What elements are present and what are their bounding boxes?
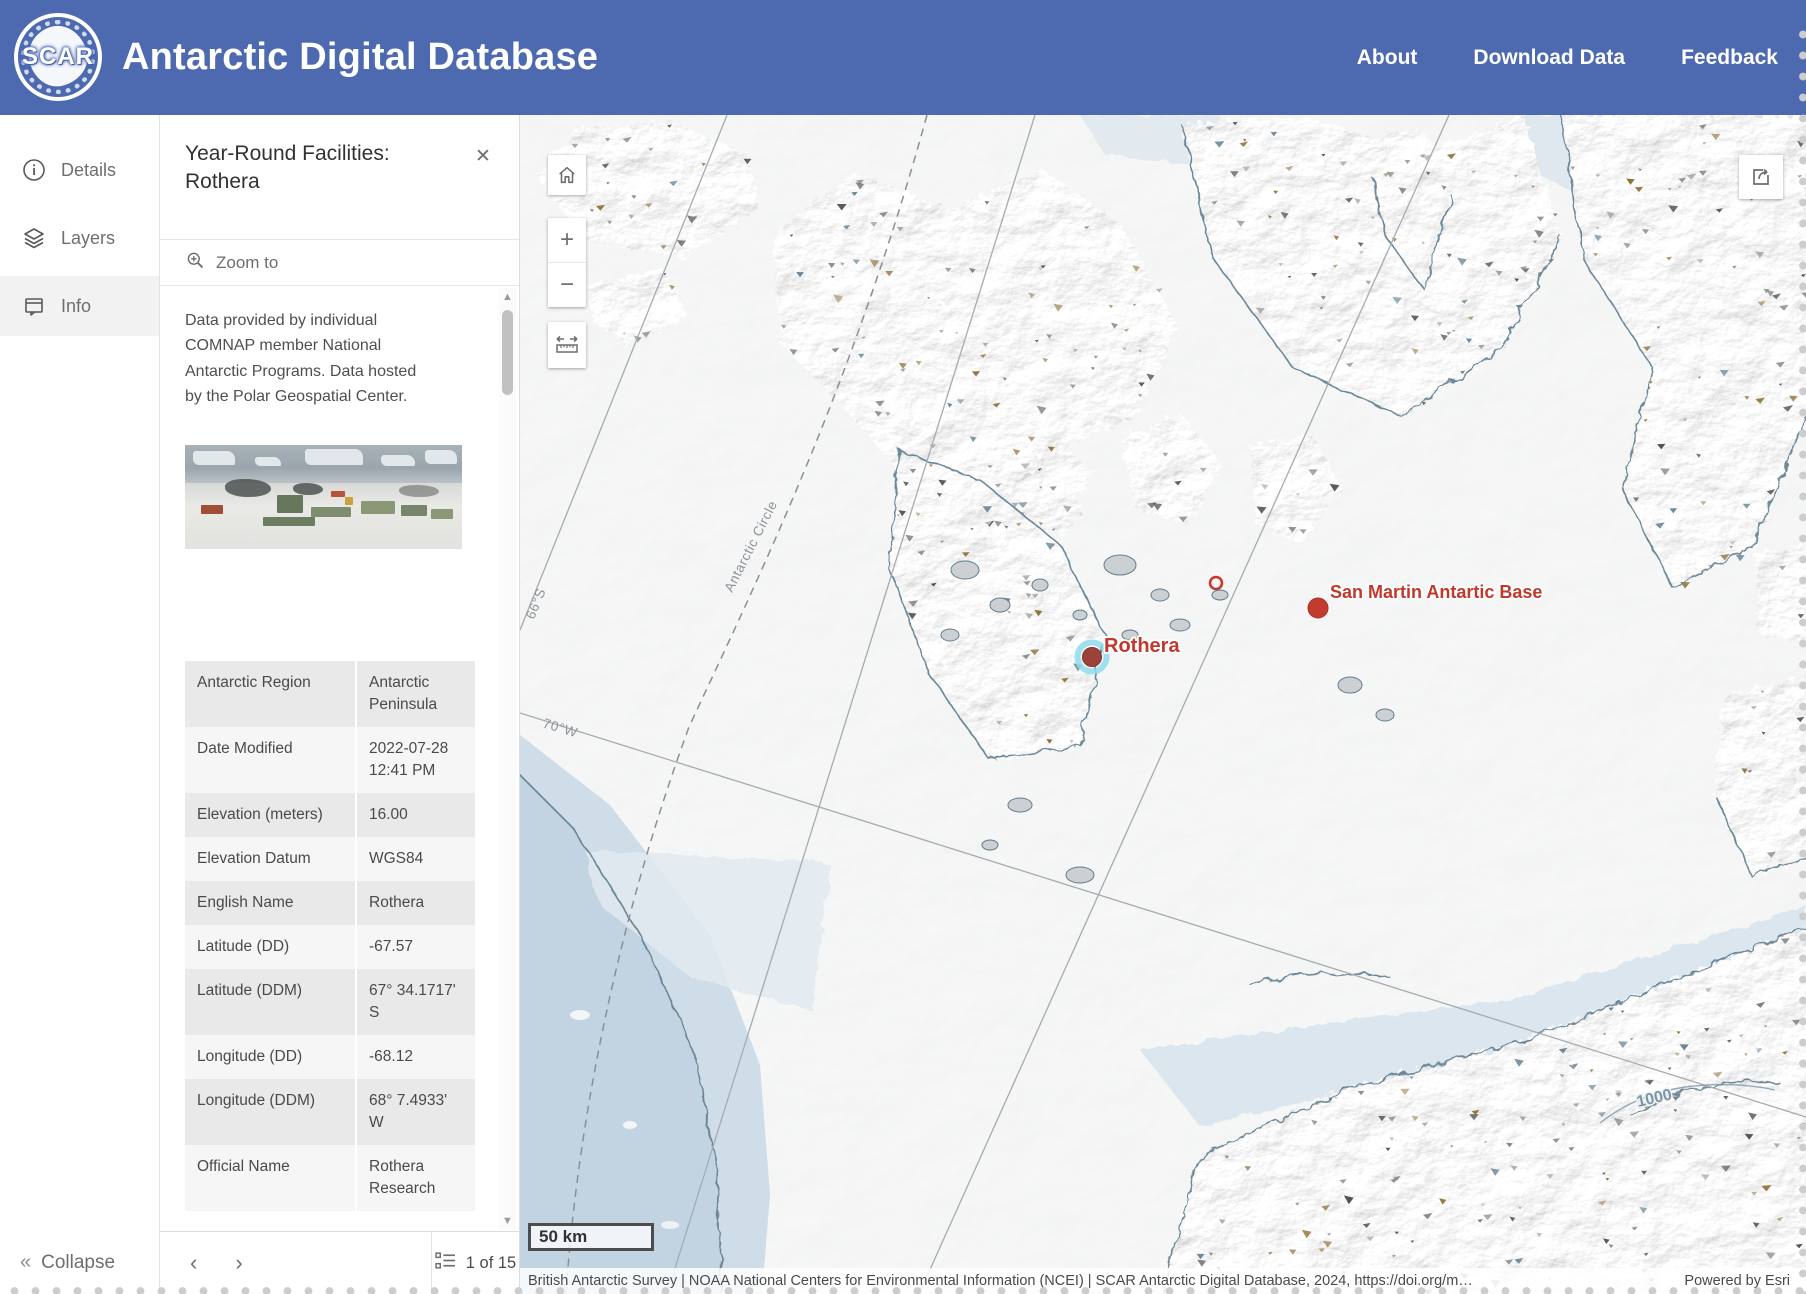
- double-chevron-left-icon: «: [20, 1251, 29, 1274]
- attribute-label: Elevation Datum: [185, 837, 356, 881]
- sidebar-item-label: Layers: [61, 228, 115, 249]
- table-row: Longitude (DDM)68° 7.4933' W: [185, 1079, 475, 1145]
- sidebar-item-details[interactable]: Details: [0, 140, 159, 200]
- table-row: Longitude (DD)-68.12: [185, 1035, 475, 1079]
- panel-scrollbar[interactable]: ▲ ▼: [499, 288, 516, 1230]
- layers-icon: [22, 226, 46, 250]
- attribute-value: -67.57: [356, 925, 475, 969]
- rothera-label: Rothera: [1104, 635, 1180, 657]
- home-extent-button[interactable]: [548, 155, 586, 195]
- table-row: Latitude (DD)-67.57: [185, 925, 475, 969]
- zoom-to-magnifier-icon: [186, 251, 205, 275]
- measure-tool-button[interactable]: [548, 322, 586, 368]
- attribute-label: Official Name: [185, 1145, 356, 1211]
- nav-feedback[interactable]: Feedback: [1681, 46, 1778, 70]
- table-row: Antarctic RegionAntarctic Peninsula: [185, 661, 475, 727]
- attribute-value: WGS84: [356, 837, 475, 881]
- map-canvas[interactable]: 66°S 70°W Antarctic Circle 1000 San Mart…: [520, 115, 1806, 1294]
- previous-feature-icon[interactable]: ‹: [186, 1250, 201, 1276]
- attribute-label: Antarctic Region: [185, 661, 356, 727]
- details-info-circle-icon: [22, 158, 46, 182]
- table-row: Elevation DatumWGS84: [185, 837, 475, 881]
- station-photo: [185, 445, 462, 549]
- map-attribution: British Antarctic Survey | NOAA National…: [520, 1268, 1806, 1294]
- next-feature-icon[interactable]: ›: [231, 1250, 246, 1276]
- sidebar-item-label: Info: [61, 296, 91, 317]
- zoom-to-button[interactable]: Zoom to: [160, 240, 519, 286]
- attribute-label: Latitude (DDM): [185, 969, 356, 1035]
- app-header: SCAR Antarctic Digital Database About Do…: [0, 0, 1806, 115]
- nav-download-data[interactable]: Download Data: [1473, 46, 1625, 70]
- close-icon[interactable]: ✕: [469, 143, 497, 171]
- attribute-label: Date Modified: [185, 727, 356, 793]
- zoom-in-button[interactable]: +: [548, 218, 586, 263]
- station-ring-marker[interactable]: [1210, 577, 1222, 589]
- table-row: Official NameRothera Research: [185, 1145, 475, 1211]
- rothera-marker[interactable]: [1083, 648, 1102, 667]
- scroll-down-icon[interactable]: ▼: [499, 1214, 516, 1228]
- attribute-value: Rothera: [356, 881, 475, 925]
- attribute-value: 2022-07-28 12:41 PM: [356, 727, 475, 793]
- attribute-label: Elevation (meters): [185, 793, 356, 837]
- main-nav: About Download Data Feedback: [1357, 0, 1778, 115]
- feature-list-icon[interactable]: [435, 1250, 456, 1276]
- map-container: 66°S 70°W Antarctic Circle 1000 San Mart…: [520, 115, 1806, 1294]
- attribution-sources[interactable]: British Antarctic Survey | NOAA National…: [520, 1273, 1660, 1289]
- zoom-out-button[interactable]: −: [548, 263, 586, 307]
- attribute-value: -68.12: [356, 1035, 475, 1079]
- panel-title: Year-Round Facilities: Rothera: [185, 140, 459, 197]
- panel-footer: ‹ › 1 of 15: [160, 1231, 519, 1294]
- logo-text: SCAR: [22, 43, 94, 71]
- collapse-label: Collapse: [41, 1252, 115, 1274]
- attribute-table: Antarctic RegionAntarctic Peninsula Date…: [185, 661, 475, 1211]
- feature-pagination: ‹ ›: [160, 1232, 432, 1294]
- attribute-value: 16.00: [356, 793, 475, 837]
- export-share-button[interactable]: [1739, 155, 1783, 199]
- table-row: Date Modified2022-07-28 12:41 PM: [185, 727, 475, 793]
- attribute-label: Latitude (DD): [185, 925, 356, 969]
- app-window: SCAR Antarctic Digital Database About Do…: [0, 0, 1806, 1294]
- zoom-controls: + −: [548, 218, 586, 307]
- attribute-value: 68° 7.4933' W: [356, 1079, 475, 1145]
- attribute-value: 67° 34.1717' S: [356, 969, 475, 1035]
- page-count-label: 1 of 15: [466, 1254, 516, 1273]
- sidebar-item-layers[interactable]: Layers: [0, 208, 159, 268]
- nav-about[interactable]: About: [1357, 46, 1418, 70]
- feature-description: Data provided by individual COMNAP membe…: [160, 286, 460, 409]
- attribute-value: Antarctic Peninsula: [356, 661, 475, 727]
- attribute-value: Rothera Research: [356, 1145, 475, 1211]
- sidebar-item-label: Details: [61, 160, 116, 181]
- scale-bar: 50 km: [528, 1223, 654, 1251]
- zoom-to-label: Zoom to: [216, 253, 278, 273]
- feature-count: 1 of 15: [432, 1232, 519, 1294]
- powered-by-esri[interactable]: Powered by Esri: [1660, 1273, 1806, 1289]
- table-row: Elevation (meters)16.00: [185, 793, 475, 837]
- popup-info-icon: [22, 294, 46, 318]
- panel-scroll-content[interactable]: Data provided by individual COMNAP membe…: [160, 286, 519, 1232]
- san-martin-marker[interactable]: [1308, 598, 1328, 618]
- scale-bar-label: 50 km: [539, 1227, 587, 1246]
- san-martin-label: San Martin Antartic Base: [1330, 582, 1542, 602]
- scar-logo: SCAR: [14, 13, 102, 101]
- scroll-up-icon[interactable]: ▲: [499, 290, 516, 304]
- info-panel: Year-Round Facilities: Rothera ✕ Zoom to…: [160, 115, 520, 1294]
- attribute-label: English Name: [185, 881, 356, 925]
- page-title: Antarctic Digital Database: [122, 36, 598, 79]
- attribute-label: Longitude (DDM): [185, 1079, 356, 1145]
- collapse-button[interactable]: « Collapse: [20, 1251, 115, 1274]
- sidebar-item-info[interactable]: Info: [0, 276, 159, 336]
- panel-header: Year-Round Facilities: Rothera ✕: [160, 115, 519, 240]
- tools-sidebar: Details Layers Info « Collapse: [0, 115, 160, 1294]
- table-row: Latitude (DDM)67° 34.1717' S: [185, 969, 475, 1035]
- scrollbar-thumb[interactable]: [502, 310, 513, 395]
- table-row: English NameRothera: [185, 881, 475, 925]
- attribute-label: Longitude (DD): [185, 1035, 356, 1079]
